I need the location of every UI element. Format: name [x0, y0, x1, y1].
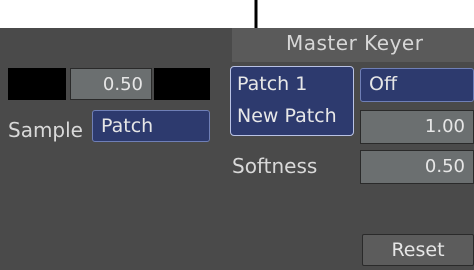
sample-mode-dropdown[interactable]: Patch — [92, 110, 210, 142]
keyer-value-field[interactable]: 1.00 — [360, 110, 474, 144]
reset-button[interactable]: Reset — [362, 234, 474, 266]
menu-item-patch-1[interactable]: Patch 1 — [237, 73, 307, 95]
softness-label: Softness — [232, 154, 318, 178]
sample-value-field[interactable]: 0.50 — [70, 68, 152, 100]
patch-dropdown-menu: Patch 1 New Patch — [230, 66, 354, 136]
menu-item-new-patch[interactable]: New Patch — [237, 105, 337, 127]
panel-title: Master Keyer — [286, 31, 424, 55]
color-swatch-left[interactable] — [8, 68, 66, 100]
keyer-mode-dropdown[interactable]: Off — [360, 68, 474, 102]
softness-value-field[interactable]: 0.50 — [360, 150, 474, 184]
sample-label: Sample — [8, 118, 83, 142]
color-swatch-right[interactable] — [154, 68, 210, 100]
obscured-label — [300, 134, 354, 148]
